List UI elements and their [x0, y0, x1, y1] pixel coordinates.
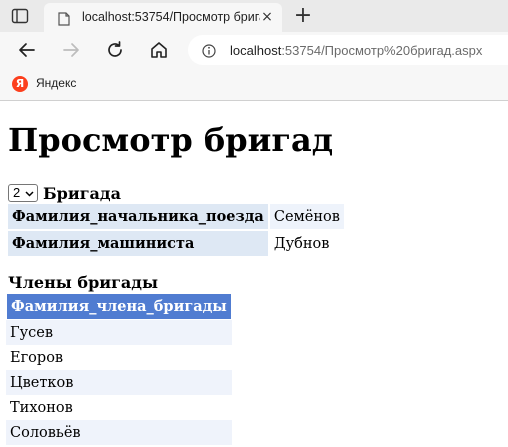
details-field: Фамилия_начальника_поезда: [8, 204, 268, 229]
tab-actions-icon[interactable]: [10, 6, 30, 26]
member-name: Тихонов: [6, 395, 232, 420]
tab-title: localhost:53754/Просмотр бригад: [82, 10, 260, 24]
bookmark-yandex[interactable]: Яндекс: [36, 76, 76, 90]
members-column-header: Фамилия_члена_бригады: [6, 293, 232, 320]
yandex-logo-icon: Я: [12, 76, 28, 92]
table-row: Цветков: [6, 370, 232, 395]
members-section-title: Члены бригады: [8, 273, 158, 292]
page-favicon-icon: [58, 11, 70, 26]
back-arrow-icon[interactable]: [16, 39, 38, 61]
brigade-select[interactable]: 2: [8, 184, 38, 202]
table-row: Гусев: [6, 320, 232, 345]
url-text[interactable]: localhost:53754/Просмотр%20бригад.aspx: [230, 43, 482, 58]
member-name: Соловьёв: [6, 420, 232, 445]
url-host: localhost: [230, 43, 282, 58]
table-row: Егоров: [6, 345, 232, 370]
details-value: Семёнов: [269, 204, 344, 229]
brigade-details-table: Фамилия_начальника_поезда Семёнов Фамили…: [6, 202, 346, 258]
member-name: Гусев: [6, 320, 232, 345]
brigade-select-value: 2: [13, 185, 21, 200]
address-bar[interactable]: localhost:53754/Просмотр%20бригад.aspx: [188, 35, 508, 65]
members-table: Фамилия_члена_бригады Гусев Егоров Цветк…: [6, 293, 232, 445]
url-path: :53754/Просмотр%20бригад.aspx: [281, 43, 483, 58]
bookmarks-bar: Я Яндекс: [0, 68, 508, 101]
details-row: Фамилия_начальника_поезда Семёнов: [8, 204, 344, 229]
page-content: Просмотр бригад 2 Бригада Фамилия_началь…: [0, 101, 508, 447]
members-header-row: Фамилия_члена_бригады: [6, 293, 232, 320]
chevron-down-icon: [25, 187, 34, 203]
new-tab-button[interactable]: +: [292, 5, 314, 27]
forward-arrow-icon[interactable]: [60, 39, 82, 61]
close-tab-icon[interactable]: ×: [260, 10, 274, 24]
table-row: Тихонов: [6, 395, 232, 420]
table-row: Соловьёв: [6, 420, 232, 445]
details-value: Дубнов: [269, 231, 344, 256]
details-row: Фамилия_машиниста Дубнов: [8, 231, 344, 256]
refresh-icon[interactable]: [104, 39, 126, 61]
browser-tab[interactable]: localhost:53754/Просмотр бригад ×: [44, 3, 282, 32]
member-name: Цветков: [6, 370, 232, 395]
site-info-icon[interactable]: [202, 43, 216, 58]
home-icon[interactable]: [148, 39, 170, 61]
tab-bar: localhost:53754/Просмотр бригад × +: [0, 0, 508, 32]
page-title: Просмотр бригад: [8, 121, 334, 159]
brigade-label: Бригада: [43, 184, 121, 203]
member-name: Егоров: [6, 345, 232, 370]
details-field: Фамилия_машиниста: [8, 231, 268, 256]
